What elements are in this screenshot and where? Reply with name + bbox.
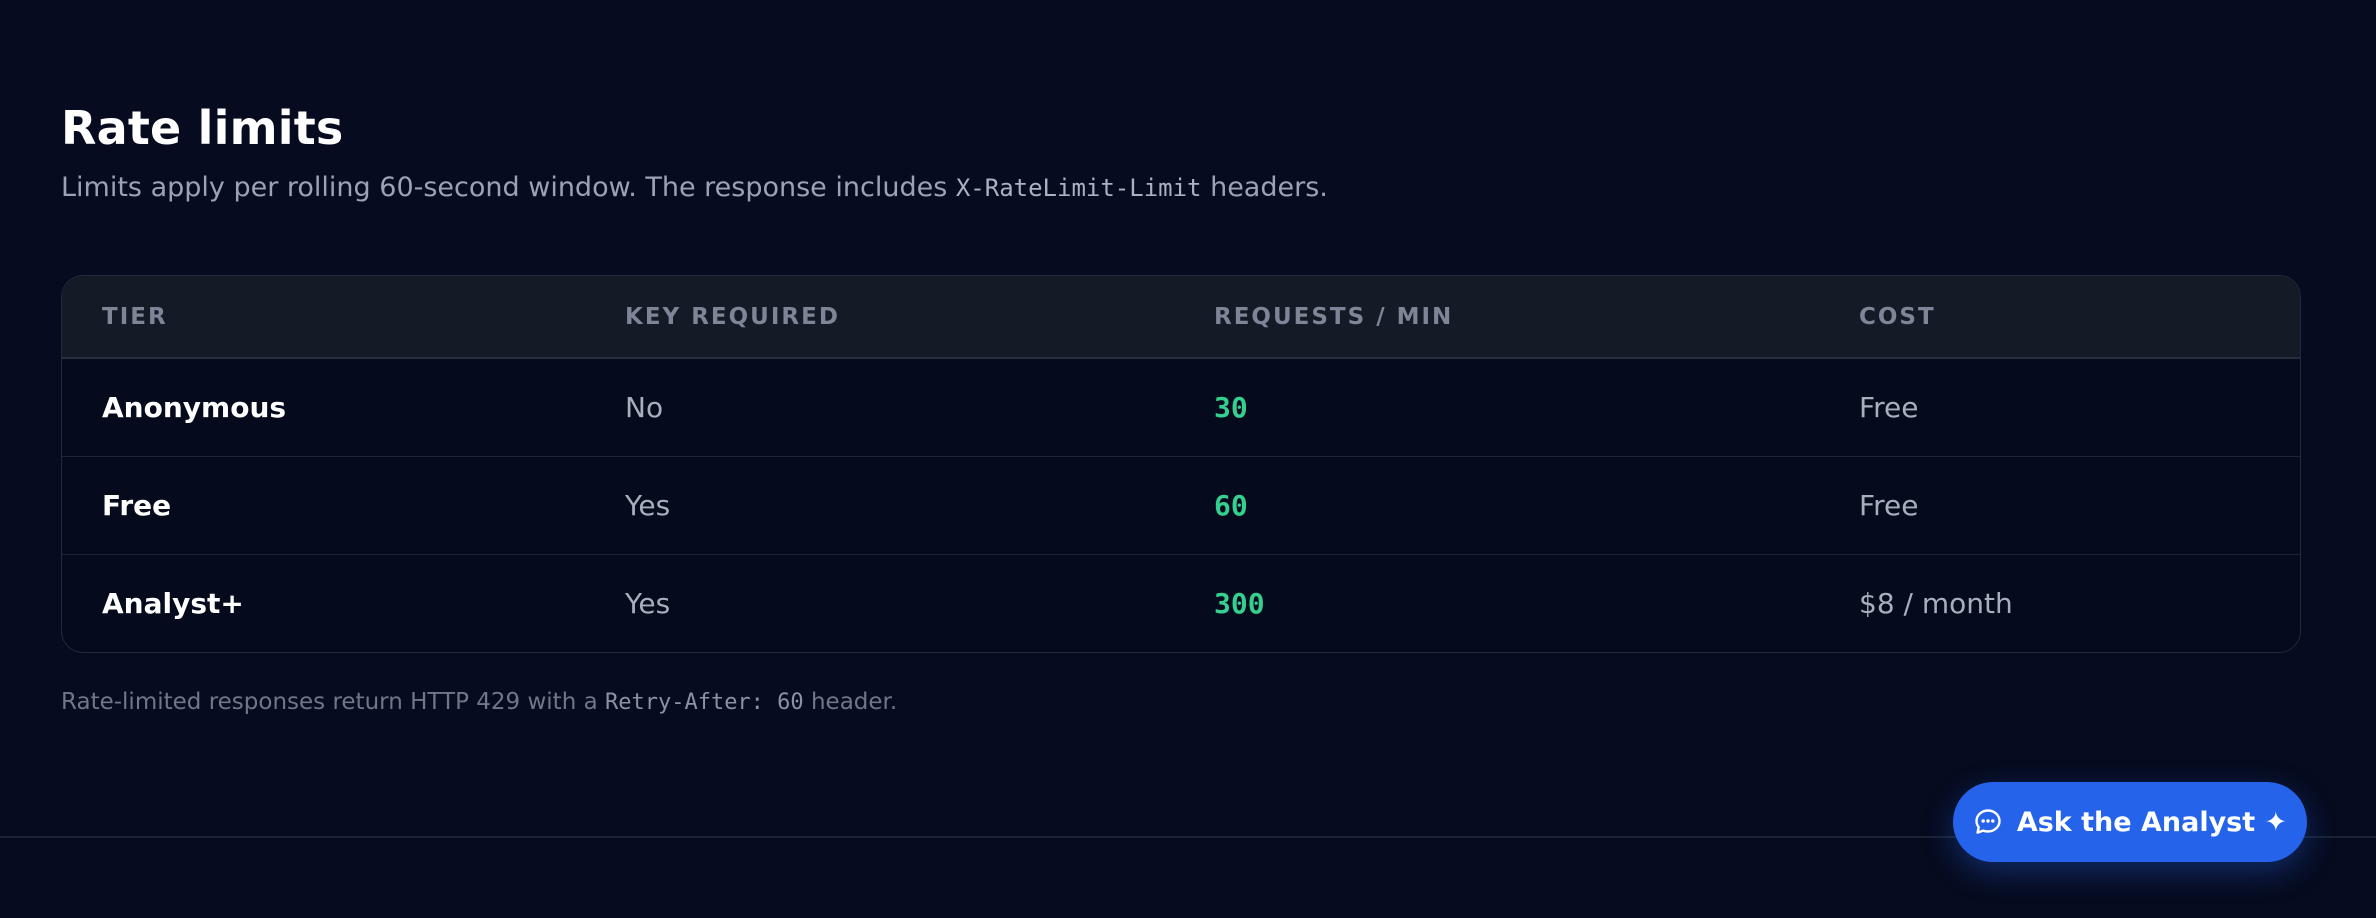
table-row: Anonymous No 30 Free (62, 358, 2300, 456)
page-title: Rate limits (61, 101, 344, 155)
subtitle-code-header-name: X-RateLimit-Limit (955, 174, 1202, 202)
table-row: Free Yes 60 Free (62, 456, 2300, 554)
cell-tier: Anonymous (102, 390, 287, 424)
column-header-requests-per-min: REQUESTS / MIN (1174, 276, 1819, 359)
table-row: Analyst+ Yes 300 $8 / month (62, 554, 2300, 652)
cell-cost: Free (1859, 390, 1919, 424)
page: Rate limits Limits apply per rolling 60-… (0, 0, 2376, 918)
cell-tier: Free (102, 488, 172, 522)
table-header-row: TIER KEY REQUIRED REQUESTS / MIN COST (62, 276, 2300, 359)
cell-key-required: No (625, 390, 664, 424)
cell-key-required: Yes (625, 488, 671, 522)
cell-cost: $8 / month (1859, 586, 2013, 620)
rate-limits-table: TIER KEY REQUIRED REQUESTS / MIN COST An… (61, 275, 2301, 653)
footnote-text-before: Rate-limited responses return HTTP 429 w… (61, 689, 605, 715)
chat-bubble-icon (1973, 807, 2003, 837)
ask-the-analyst-label: Ask the Analyst ✦ (2016, 806, 2288, 838)
column-header-key-required: KEY REQUIRED (585, 276, 1174, 359)
column-header-tier: TIER (62, 276, 585, 359)
rate-limit-footnote: Rate-limited responses return HTTP 429 w… (61, 685, 2301, 720)
cell-tier: Analyst+ (102, 586, 244, 620)
cell-requests-per-min: 60 (1214, 488, 1248, 522)
cell-requests-per-min: 30 (1214, 390, 1248, 424)
subtitle-text-before: Limits apply per rolling 60-second windo… (61, 172, 956, 203)
column-header-cost: COST (1819, 276, 2300, 359)
cell-cost: Free (1859, 488, 1919, 522)
footnote-text-after: header. (803, 689, 898, 715)
cell-key-required: Yes (625, 586, 671, 620)
subtitle-text-after: headers. (1201, 172, 1328, 203)
rate-limits-section: Rate limits Limits apply per rolling 60-… (61, 98, 2301, 743)
ask-the-analyst-button[interactable]: Ask the Analyst ✦ (1953, 782, 2307, 862)
section-subtitle: Limits apply per rolling 60-second windo… (61, 168, 2301, 208)
footnote-code-retry-after: Retry-After: 60 (604, 690, 804, 715)
cell-requests-per-min: 300 (1214, 586, 1265, 620)
